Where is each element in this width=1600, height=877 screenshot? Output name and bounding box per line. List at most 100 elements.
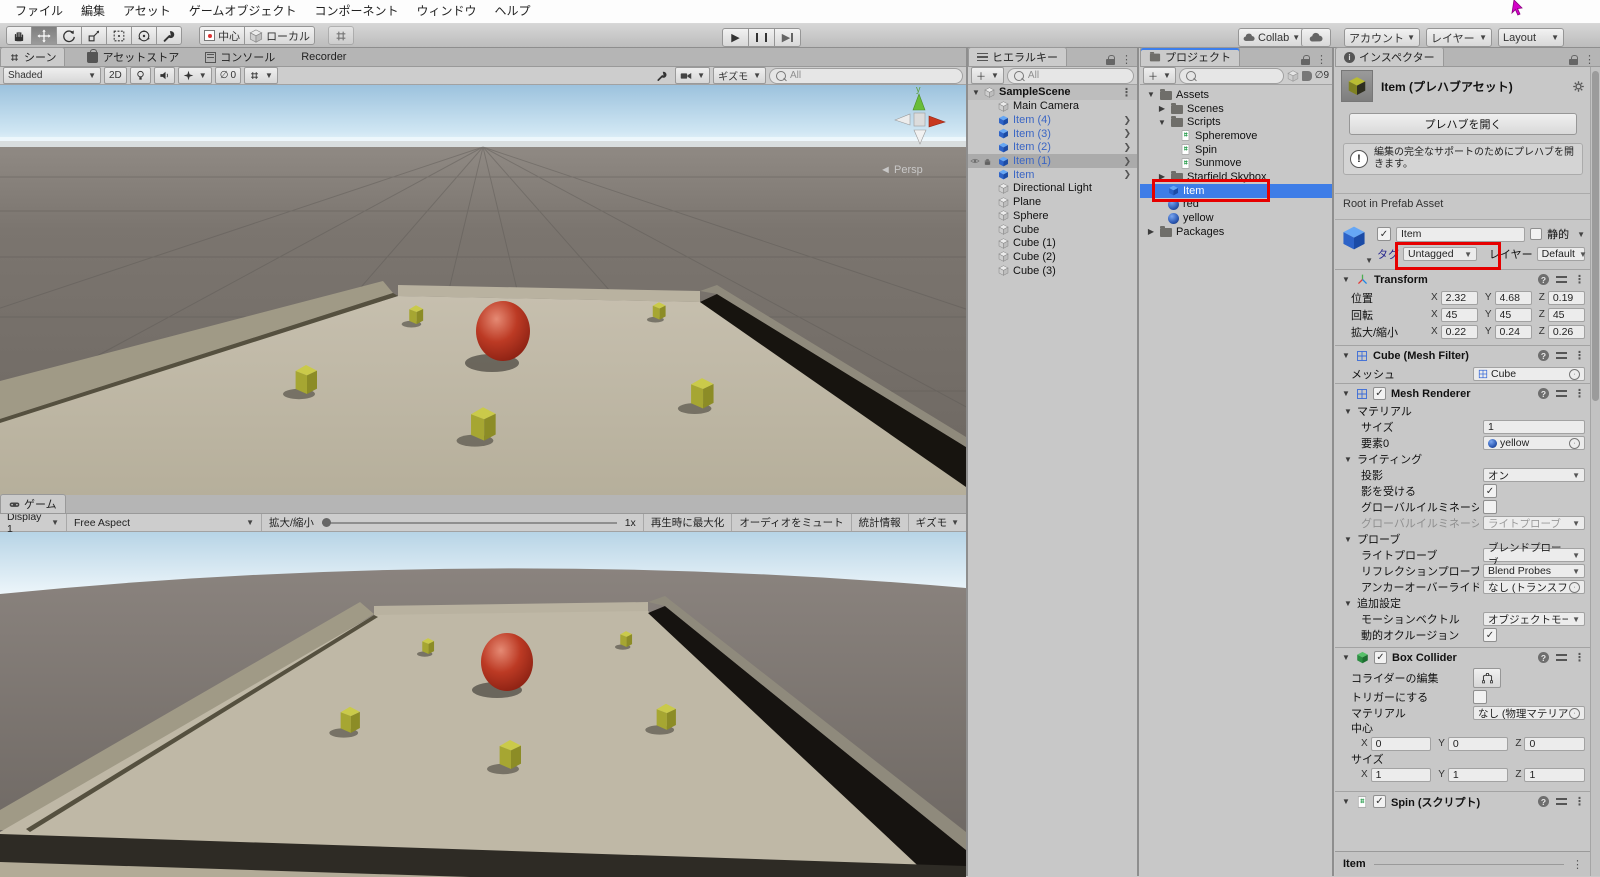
help-icon[interactable]: ? (1538, 350, 1549, 361)
reflection-probes-dropdown[interactable]: Blend Probes ▼ (1483, 564, 1585, 578)
box-collider-header[interactable]: ▼ ✓ Box Collider ? ⋮ (1335, 647, 1591, 667)
preset-icon[interactable] (1556, 797, 1567, 806)
name-field[interactable] (1396, 226, 1526, 242)
scene-gizmos-dropdown[interactable]: ギズモ ▼ (713, 67, 766, 84)
hierarchy-create-button[interactable]: ＋ ▼ (971, 67, 1004, 84)
hierarchy-item-main-camera[interactable]: Main Camera (968, 100, 1137, 114)
scene-visibility-toggle[interactable]: ∅ 0 (214, 67, 241, 84)
receive-shadows-checkbox[interactable]: ✓ (1483, 484, 1497, 498)
grid-snap-button[interactable] (328, 26, 355, 45)
object-picker-icon[interactable]: · (1569, 368, 1580, 380)
mesh-object-field[interactable]: Cube · (1473, 367, 1585, 381)
size-z-field[interactable] (1524, 767, 1585, 782)
lock-icon[interactable] (1301, 54, 1310, 65)
step-button[interactable]: ▶ (774, 28, 801, 47)
cloud-services-button[interactable] (1301, 28, 1331, 47)
tab-project[interactable]: プロジェクト (1140, 47, 1240, 66)
tab-recorder[interactable]: Recorder (293, 48, 354, 66)
scene-audio-toggle[interactable] (153, 67, 175, 84)
splitter-hierarchy-project[interactable] (1137, 48, 1139, 876)
rect-tool-button[interactable] (106, 26, 132, 45)
project-item-sunmove[interactable]: Sunmove (1140, 156, 1332, 170)
preset-icon[interactable] (1556, 351, 1567, 360)
scene-menu-icon[interactable]: ⋮ (1121, 86, 1132, 99)
menu-help[interactable]: ヘルプ (485, 0, 539, 23)
preset-icon[interactable] (1556, 389, 1567, 398)
mesh-filter-header[interactable]: ▼ Cube (Mesh Filter) ? ⋮ (1335, 345, 1591, 365)
tag-dropdown[interactable]: Untagged ▼ (1403, 247, 1477, 261)
menu-window[interactable]: ウィンドウ (407, 0, 485, 23)
project-item-red[interactable]: red (1140, 198, 1332, 212)
static-checkbox[interactable] (1530, 228, 1543, 240)
edit-collider-button[interactable] (1473, 668, 1501, 688)
scale-z-field[interactable] (1547, 324, 1586, 339)
lock-icon[interactable] (1106, 54, 1115, 65)
menu-gameobject[interactable]: ゲームオブジェクト (180, 0, 306, 23)
display-dropdown[interactable]: Display 1 ▼ (0, 511, 66, 535)
static-dropdown-arrow[interactable]: ▼ (1577, 230, 1585, 239)
hierarchy-menu-icon[interactable]: ⋮ (1121, 53, 1132, 66)
inspector-menu-icon[interactable]: ⋮ (1584, 53, 1595, 66)
project-hidden-count[interactable]: ∅9 (1315, 70, 1329, 81)
scene-grid-dropdown[interactable]: ▼ (244, 67, 278, 84)
position-x-field[interactable] (1440, 290, 1478, 305)
additional-settings-foldout[interactable]: ▼ 追加設定 (1335, 595, 1591, 611)
hierarchy-scene-row[interactable]: ▼ SampleScene ⋮ (968, 85, 1137, 100)
scene-tools-button[interactable] (652, 68, 672, 83)
help-icon[interactable]: ? (1538, 388, 1549, 399)
center-x-field[interactable] (1370, 736, 1432, 751)
hierarchy-item-plane[interactable]: Plane (968, 195, 1137, 209)
scene-lighting-toggle[interactable] (129, 67, 151, 84)
dynamic-occlusion-checkbox[interactable]: ✓ (1483, 628, 1497, 642)
hierarchy-item-sphere[interactable]: Sphere (968, 209, 1137, 223)
mute-audio-button[interactable]: オーディオをミュート (731, 514, 850, 531)
hierarchy-item-3[interactable]: Item (3) ❯ (968, 127, 1137, 141)
light-probes-dropdown[interactable]: ブレンドプローブ ▼ (1483, 542, 1585, 569)
inspector-scrollbar[interactable] (1590, 67, 1600, 876)
layer-dropdown[interactable]: Default ▼ (1536, 247, 1587, 261)
scale-y-field[interactable] (1494, 324, 1532, 339)
search-by-type-icon[interactable] (1287, 70, 1299, 82)
hierarchy-search[interactable] (1006, 67, 1134, 84)
hierarchy-item-directional-light[interactable]: Directional Light (968, 182, 1137, 196)
account-dropdown[interactable]: アカウント ▼ (1344, 28, 1420, 47)
menu-component[interactable]: コンポーネント (305, 0, 407, 23)
tab-scene[interactable]: シーン (0, 47, 66, 66)
lock-icon[interactable] (1569, 54, 1578, 65)
custom-tool-button[interactable] (156, 26, 182, 45)
project-item-scripts[interactable]: ▼ Scripts (1140, 115, 1332, 129)
rotation-y-field[interactable] (1494, 307, 1532, 322)
tab-game[interactable]: ゲーム (0, 494, 66, 513)
menu-edit[interactable]: 編集 (72, 0, 114, 23)
mesh-renderer-header[interactable]: ▼ ✓ Mesh Renderer ? ⋮ (1335, 383, 1591, 403)
component-menu-icon[interactable]: ⋮ (1574, 349, 1585, 362)
move-tool-button[interactable] (31, 26, 57, 45)
expand-arrow[interactable]: ❯ (1123, 128, 1131, 139)
rotate-tool-button[interactable] (56, 26, 82, 45)
open-prefab-button[interactable]: プレハブを開く (1349, 113, 1577, 135)
hierarchy-item-4[interactable]: Item (4) ❯ (968, 113, 1137, 127)
rotation-x-field[interactable] (1440, 307, 1478, 322)
hierarchy-item-cube-2[interactable]: Cube (2) (968, 250, 1137, 264)
component-menu-icon[interactable]: ⋮ (1574, 387, 1585, 400)
center-z-field[interactable] (1524, 736, 1585, 751)
size-x-field[interactable] (1370, 767, 1432, 782)
aspect-dropdown[interactable]: Free Aspect ▼ (66, 514, 261, 531)
box-collider-enabled-checkbox[interactable]: ✓ (1374, 651, 1387, 664)
project-item-assets[interactable]: ▼ Assets (1140, 88, 1332, 102)
layers-dropdown[interactable]: レイヤー ▼ (1426, 28, 1492, 47)
position-z-field[interactable] (1547, 290, 1586, 305)
help-icon[interactable]: ? (1538, 652, 1549, 663)
scale-tool-button[interactable] (81, 26, 107, 45)
project-item-starfield-skybox[interactable]: ▶ Starfield Skybox (1140, 170, 1332, 184)
search-by-label-icon[interactable] (1301, 70, 1312, 81)
position-y-field[interactable] (1494, 290, 1532, 305)
hierarchy-item-cube-3[interactable]: Cube (3) (968, 264, 1137, 278)
preview-bar[interactable]: Item ⋮ (1335, 851, 1591, 876)
gi-checkbox[interactable] (1483, 500, 1497, 514)
hierarchy-item[interactable]: Item ❯ (968, 168, 1137, 182)
spin-script-header[interactable]: ▼ ✓ Spin (スクリプト) ? ⋮ (1335, 791, 1591, 811)
2d-toggle[interactable]: 2D (104, 67, 127, 84)
hierarchy-search-input[interactable] (1027, 70, 1127, 81)
hierarchy-item-cube-1[interactable]: Cube (1) (968, 236, 1137, 250)
